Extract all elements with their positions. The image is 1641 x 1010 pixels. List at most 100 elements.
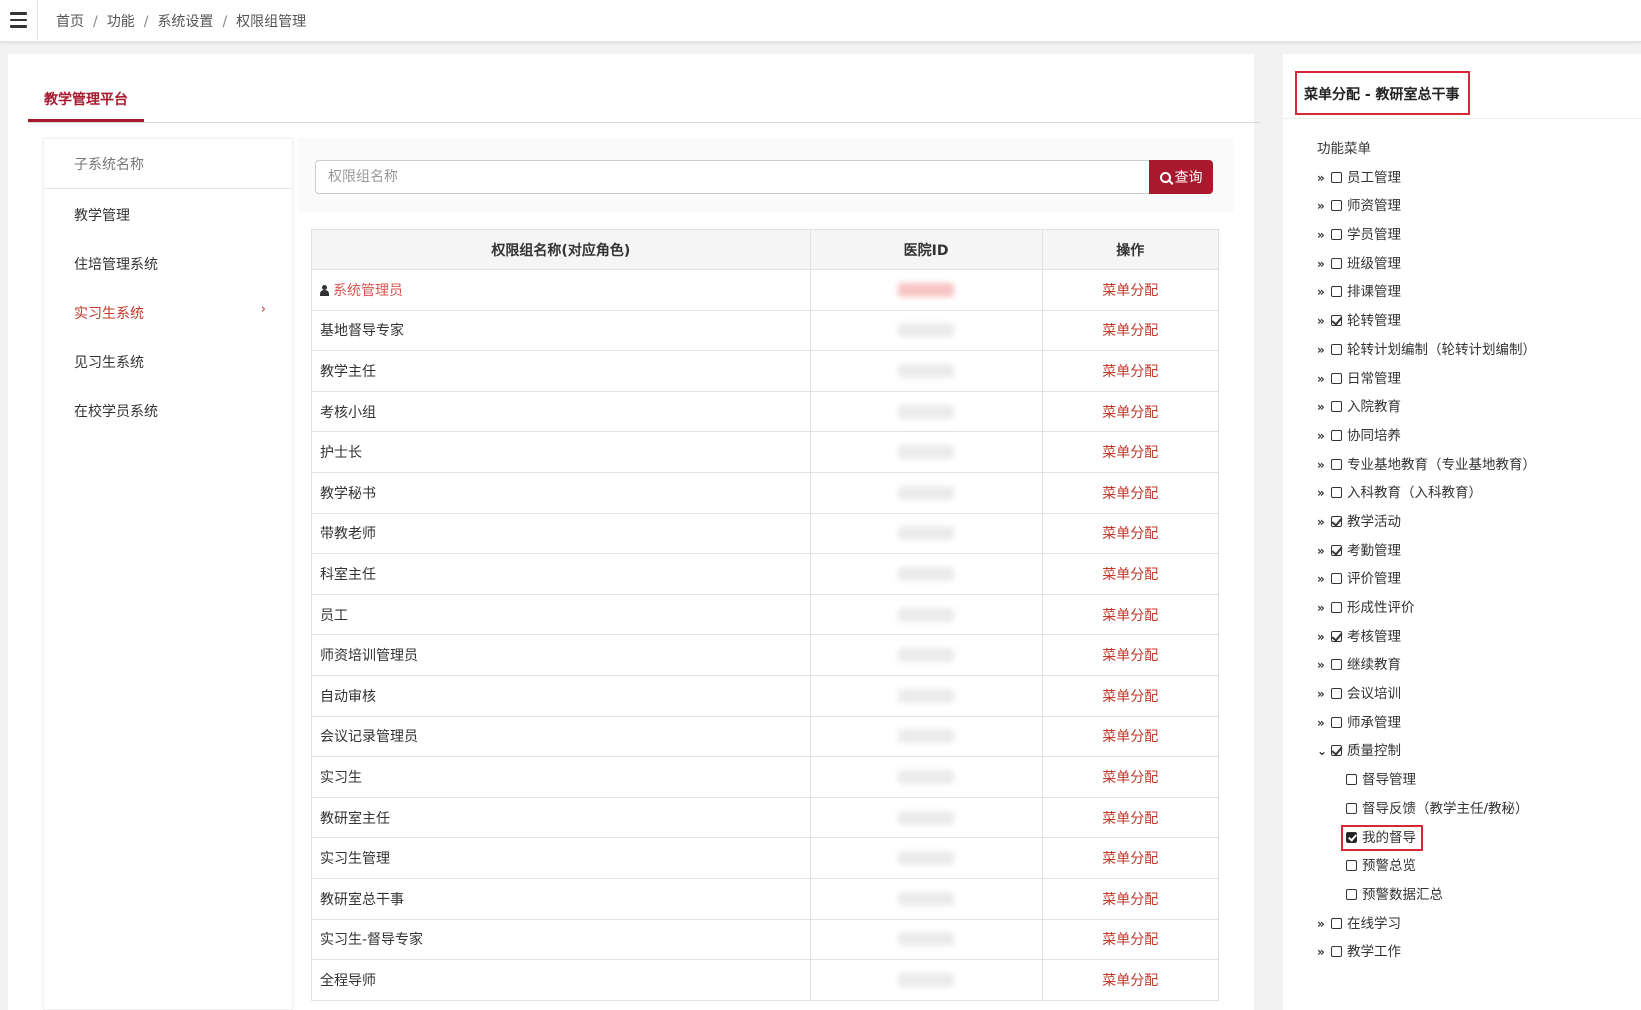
checkbox-icon[interactable]	[1331, 458, 1342, 470]
checkbox-icon[interactable]	[1331, 602, 1342, 613]
double-chevron-right-icon[interactable]: »	[1317, 197, 1330, 215]
double-chevron-right-icon[interactable]: »	[1317, 542, 1330, 560]
checkbox-icon[interactable]	[1331, 343, 1342, 355]
menu-assign-link[interactable]: 菜单分配	[1102, 932, 1158, 948]
double-chevron-right-icon[interactable]: »	[1317, 169, 1330, 187]
tree-node[interactable]: » 学员管理	[1317, 226, 1536, 255]
sidebar-item-student[interactable]: 在校学员系统	[44, 385, 292, 434]
checkbox-icon[interactable]	[1331, 573, 1342, 585]
menu-assign-link[interactable]: 菜单分配	[1102, 526, 1158, 542]
tree-node[interactable]: » 继续教育	[1317, 656, 1536, 685]
menu-assign-link[interactable]: 菜单分配	[1102, 364, 1158, 380]
double-chevron-right-icon[interactable]: »	[1317, 283, 1330, 301]
double-chevron-right-icon[interactable]: »	[1317, 628, 1330, 646]
tree-node[interactable]: » 考勤管理	[1317, 542, 1536, 571]
search-input[interactable]	[315, 160, 1150, 194]
tree-node[interactable]: » 班级管理	[1317, 255, 1536, 284]
checkbox-icon[interactable]	[1331, 372, 1342, 384]
checkbox-icon[interactable]	[1331, 544, 1342, 556]
menu-assign-link[interactable]: 菜单分配	[1102, 770, 1158, 786]
menu-assign-link[interactable]: 菜单分配	[1102, 567, 1158, 583]
double-chevron-right-icon[interactable]: »	[1317, 456, 1330, 474]
double-chevron-right-icon[interactable]: »	[1317, 685, 1330, 703]
sidebar-item-intern[interactable]: 实习生系统 ›	[44, 287, 292, 336]
menu-assign-link[interactable]: 菜单分配	[1102, 973, 1158, 989]
breadcrumb-function[interactable]: 功能	[107, 14, 135, 30]
checkbox-icon[interactable]	[1331, 229, 1342, 241]
sidebar-item-residency[interactable]: 住培管理系统	[44, 238, 292, 287]
tree-node[interactable]: » 员工管理	[1317, 169, 1536, 198]
tree-node[interactable]: » 专业基地教育（专业基地教育）	[1317, 456, 1536, 485]
tree-node[interactable]: 预警总览	[1317, 857, 1536, 886]
checkbox-icon[interactable]	[1331, 515, 1342, 527]
checkbox-icon[interactable]	[1331, 200, 1342, 212]
menu-assign-link[interactable]: 菜单分配	[1102, 445, 1158, 461]
checkbox-icon[interactable]	[1331, 315, 1342, 327]
tree-node[interactable]: » 师承管理	[1317, 714, 1536, 743]
breadcrumb-system-settings[interactable]: 系统设置	[157, 14, 213, 30]
menu-assign-link[interactable]: 菜单分配	[1102, 283, 1158, 299]
menu-assign-link[interactable]: 菜单分配	[1102, 323, 1158, 339]
double-chevron-right-icon[interactable]: »	[1317, 398, 1330, 416]
menu-assign-link[interactable]: 菜单分配	[1102, 608, 1158, 624]
double-chevron-right-icon[interactable]: »	[1317, 341, 1330, 359]
tree-node[interactable]: 我的督导	[1317, 824, 1536, 858]
checkbox-icon[interactable]	[1331, 688, 1342, 700]
menu-assign-link[interactable]: 菜单分配	[1102, 811, 1158, 827]
tab-teaching-platform[interactable]: 教学管理平台	[28, 88, 144, 122]
menu-assign-link[interactable]: 菜单分配	[1102, 648, 1158, 664]
double-chevron-right-icon[interactable]: »	[1317, 427, 1330, 445]
tree-node[interactable]: » 会议培训	[1317, 685, 1536, 714]
menu-assign-link[interactable]: 菜单分配	[1102, 486, 1158, 502]
checkbox-icon[interactable]	[1331, 487, 1342, 499]
checkbox-icon[interactable]	[1346, 802, 1357, 814]
double-chevron-right-icon[interactable]: »	[1317, 255, 1330, 273]
tree-node[interactable]: » 入院教育	[1317, 398, 1536, 427]
checkbox-icon[interactable]	[1346, 774, 1357, 786]
breadcrumb-home[interactable]: 首页	[56, 14, 84, 30]
tree-node[interactable]: » 教学活动	[1317, 513, 1536, 542]
tree-node[interactable]: ⌄ 质量控制	[1317, 742, 1536, 771]
checkbox-icon[interactable]	[1331, 745, 1342, 757]
double-chevron-right-icon[interactable]: »	[1317, 226, 1330, 244]
tree-node[interactable]: » 形成性评价	[1317, 599, 1536, 628]
tree-node[interactable]: 预警数据汇总	[1317, 886, 1536, 915]
menu-assign-link[interactable]: 菜单分配	[1102, 851, 1158, 867]
search-button[interactable]: 查询	[1149, 160, 1213, 194]
checkbox-icon[interactable]	[1346, 860, 1357, 872]
checkbox-icon[interactable]	[1331, 429, 1342, 441]
double-chevron-right-icon[interactable]: »	[1317, 570, 1330, 588]
role-name[interactable]: 系统管理员	[333, 283, 403, 299]
double-chevron-right-icon[interactable]: »	[1317, 915, 1330, 933]
menu-assign-link[interactable]: 菜单分配	[1102, 729, 1158, 745]
tree-node[interactable]: » 在线学习	[1317, 915, 1536, 944]
tree-node[interactable]: » 日常管理	[1317, 370, 1536, 399]
tree-node[interactable]: » 教学工作	[1317, 943, 1536, 972]
tree-node[interactable]: » 师资管理	[1317, 197, 1536, 226]
menu-assign-link[interactable]: 菜单分配	[1102, 689, 1158, 705]
double-chevron-right-icon[interactable]: »	[1317, 599, 1330, 617]
double-chevron-right-icon[interactable]: »	[1317, 513, 1330, 531]
checkbox-icon[interactable]	[1331, 630, 1342, 642]
checkbox-icon[interactable]	[1331, 171, 1342, 183]
double-chevron-right-icon[interactable]: »	[1317, 943, 1330, 961]
checkbox-icon[interactable]	[1331, 716, 1342, 728]
checkbox-icon[interactable]	[1331, 946, 1342, 958]
checkbox-icon[interactable]	[1331, 917, 1342, 929]
menu-assign-link[interactable]: 菜单分配	[1102, 892, 1158, 908]
checkbox-icon[interactable]	[1331, 286, 1342, 298]
tree-node[interactable]: » 评价管理	[1317, 570, 1536, 599]
tree-node[interactable]: » 协同培养	[1317, 427, 1536, 456]
tree-node[interactable]: » 轮转管理	[1317, 312, 1536, 341]
tree-node[interactable]: » 排课管理	[1317, 283, 1536, 312]
hamburger-menu-icon[interactable]	[0, 0, 38, 40]
tree-node[interactable]: 督导管理	[1317, 771, 1536, 800]
tree-node[interactable]: » 轮转计划编制（轮转计划编制）	[1317, 341, 1536, 370]
checkbox-icon[interactable]	[1331, 659, 1342, 671]
checkbox-icon[interactable]	[1331, 257, 1342, 269]
sidebar-item-trainee[interactable]: 见习生系统	[44, 336, 292, 385]
double-chevron-right-icon[interactable]: »	[1317, 714, 1330, 732]
checkbox-icon[interactable]	[1346, 831, 1357, 843]
double-chevron-right-icon[interactable]: »	[1317, 370, 1330, 388]
tree-node[interactable]: » 入科教育（入科教育）	[1317, 484, 1536, 513]
